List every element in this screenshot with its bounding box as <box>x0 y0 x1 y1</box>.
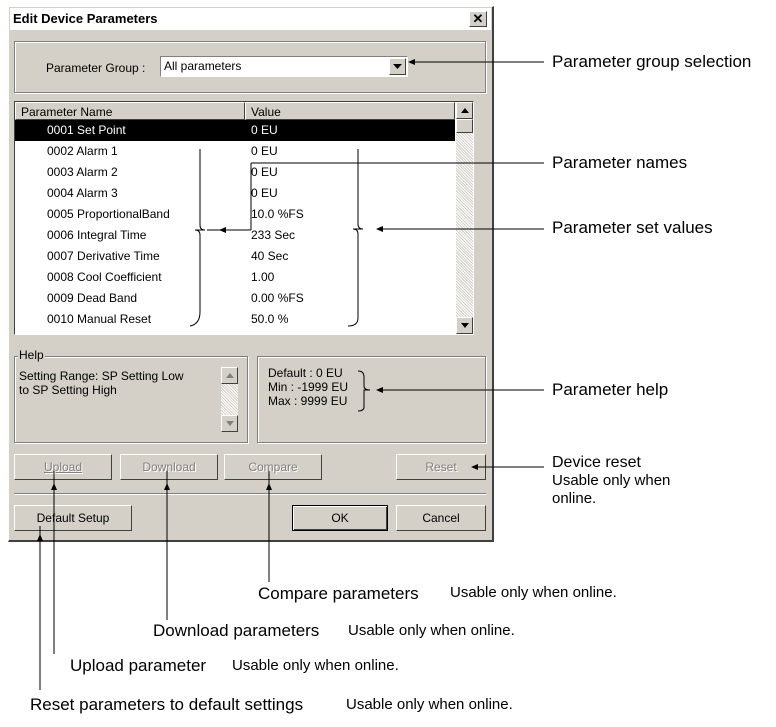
annotation-device-reset-note1: Usable only when <box>552 472 671 489</box>
annotation-upload: Upload parameter <box>70 656 207 675</box>
annotation-compare: Compare parameters <box>258 584 419 603</box>
annotation-group-selection: Parameter group selection <box>552 52 752 71</box>
annotation-parameter-help: Parameter help <box>552 380 669 399</box>
annotation-parameter-names: Parameter names <box>552 153 688 172</box>
annotation-device-reset-note2: online. <box>552 490 597 507</box>
annotation-download-note: Usable only when online. <box>348 622 515 639</box>
annotation-device-reset: Device reset <box>552 454 641 471</box>
annotation-parameter-set-values: Parameter set values <box>552 218 713 237</box>
annotation-compare-note: Usable only when online. <box>450 584 617 601</box>
annotation-reset-default-note: Usable only when online. <box>346 696 513 713</box>
annotation-upload-note: Usable only when online. <box>232 657 399 674</box>
annotation-reset-default: Reset parameters to default settings <box>30 695 304 714</box>
annotation-lines <box>37 59 544 690</box>
annotation-download: Download parameters <box>153 621 320 640</box>
